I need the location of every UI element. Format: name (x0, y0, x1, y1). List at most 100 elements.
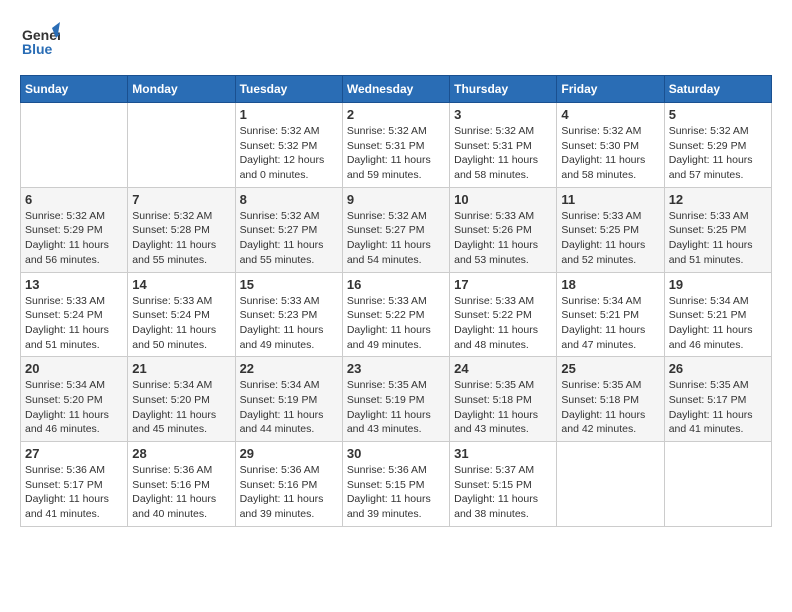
calendar-cell: 23 Sunrise: 5:35 AM Sunset: 5:19 PM Dayli… (342, 357, 449, 442)
calendar-cell: 12 Sunrise: 5:33 AM Sunset: 5:25 PM Dayli… (664, 187, 771, 272)
day-info: Sunrise: 5:33 AM Sunset: 5:23 PM Dayligh… (240, 294, 338, 353)
calendar-cell: 14Sunrise: 5:33 AM Sunset: 5:24 PM Dayli… (128, 272, 235, 357)
calendar-cell: 13Sunrise: 5:33 AM Sunset: 5:24 PM Dayli… (21, 272, 128, 357)
day-number: 23 (347, 361, 445, 376)
day-info: Sunrise: 5:35 AM Sunset: 5:17 PM Dayligh… (669, 378, 767, 437)
day-info: Sunrise: 5:33 AM Sunset: 5:22 PM Dayligh… (454, 294, 552, 353)
day-number: 26 (669, 361, 767, 376)
calendar-cell: 29 Sunrise: 5:36 AM Sunset: 5:16 PM Dayli… (235, 442, 342, 527)
day-number: 30 (347, 446, 445, 461)
day-number: 19 (669, 277, 767, 292)
day-number: 24 (454, 361, 552, 376)
calendar-cell: 21Sunrise: 5:34 AM Sunset: 5:20 PM Dayli… (128, 357, 235, 442)
calendar-cell: 8 Sunrise: 5:32 AM Sunset: 5:27 PM Daylig… (235, 187, 342, 272)
day-number: 31 (454, 446, 552, 461)
day-number: 2 (347, 107, 445, 122)
day-header-wednesday: Wednesday (342, 76, 449, 103)
calendar-cell: 20Sunrise: 5:34 AM Sunset: 5:20 PM Dayli… (21, 357, 128, 442)
day-info: Sunrise: 5:36 AM Sunset: 5:16 PM Dayligh… (132, 463, 230, 522)
day-number: 5 (669, 107, 767, 122)
day-number: 13 (25, 277, 123, 292)
day-number: 11 (561, 192, 659, 207)
calendar-cell: 7 Sunrise: 5:32 AM Sunset: 5:28 PM Daylig… (128, 187, 235, 272)
calendar-cell: 15 Sunrise: 5:33 AM Sunset: 5:23 PM Dayli… (235, 272, 342, 357)
calendar-cell: 22 Sunrise: 5:34 AM Sunset: 5:19 PM Dayli… (235, 357, 342, 442)
day-number: 22 (240, 361, 338, 376)
day-info: Sunrise: 5:36 AM Sunset: 5:15 PM Dayligh… (347, 463, 445, 522)
day-number: 25 (561, 361, 659, 376)
calendar-cell (557, 442, 664, 527)
day-info: Sunrise: 5:36 AM Sunset: 5:17 PM Dayligh… (25, 463, 123, 522)
day-number: 15 (240, 277, 338, 292)
day-info: Sunrise: 5:32 AM Sunset: 5:27 PM Dayligh… (347, 209, 445, 268)
day-header-tuesday: Tuesday (235, 76, 342, 103)
day-info: Sunrise: 5:34 AM Sunset: 5:21 PM Dayligh… (669, 294, 767, 353)
day-number: 18 (561, 277, 659, 292)
day-header-sunday: Sunday (21, 76, 128, 103)
calendar-cell: 30 Sunrise: 5:36 AM Sunset: 5:15 PM Dayli… (342, 442, 449, 527)
day-header-thursday: Thursday (450, 76, 557, 103)
calendar-cell: 28 Sunrise: 5:36 AM Sunset: 5:16 PM Dayli… (128, 442, 235, 527)
day-info: Sunrise: 5:34 AM Sunset: 5:21 PM Dayligh… (561, 294, 659, 353)
day-number: 20 (25, 361, 123, 376)
day-info: Sunrise: 5:35 AM Sunset: 5:18 PM Dayligh… (454, 378, 552, 437)
svg-text:Blue: Blue (22, 41, 53, 57)
day-info: Sunrise: 5:32 AM Sunset: 5:28 PM Dayligh… (132, 209, 230, 268)
day-info: Sunrise: 5:34 AM Sunset: 5:19 PM Dayligh… (240, 378, 338, 437)
day-info: Sunrise: 5:36 AM Sunset: 5:16 PM Dayligh… (240, 463, 338, 522)
day-number: 27 (25, 446, 123, 461)
calendar-cell: 6 Sunrise: 5:32 AM Sunset: 5:29 PM Daylig… (21, 187, 128, 272)
day-number: 8 (240, 192, 338, 207)
day-info: Sunrise: 5:34 AM Sunset: 5:20 PM Dayligh… (132, 378, 230, 437)
day-number: 17 (454, 277, 552, 292)
calendar-cell: 3 Sunrise: 5:32 AM Sunset: 5:31 PM Daylig… (450, 103, 557, 188)
calendar-body: 1 Sunrise: 5:32 AM Sunset: 5:32 PM Daylig… (21, 103, 772, 527)
calendar-cell (664, 442, 771, 527)
day-number: 10 (454, 192, 552, 207)
day-number: 4 (561, 107, 659, 122)
calendar-cell: 10 Sunrise: 5:33 AM Sunset: 5:26 PM Dayli… (450, 187, 557, 272)
week-row-2: 6 Sunrise: 5:32 AM Sunset: 5:29 PM Daylig… (21, 187, 772, 272)
day-number: 16 (347, 277, 445, 292)
week-row-5: 27 Sunrise: 5:36 AM Sunset: 5:17 PM Dayli… (21, 442, 772, 527)
day-number: 3 (454, 107, 552, 122)
calendar-cell: 25 Sunrise: 5:35 AM Sunset: 5:18 PM Dayli… (557, 357, 664, 442)
logo-icon: General Blue (20, 20, 60, 60)
day-info: Sunrise: 5:37 AM Sunset: 5:15 PM Dayligh… (454, 463, 552, 522)
calendar-cell (128, 103, 235, 188)
calendar-cell: 16Sunrise: 5:33 AM Sunset: 5:22 PM Dayli… (342, 272, 449, 357)
day-info: Sunrise: 5:35 AM Sunset: 5:18 PM Dayligh… (561, 378, 659, 437)
day-number: 29 (240, 446, 338, 461)
calendar-cell: 5 Sunrise: 5:32 AM Sunset: 5:29 PM Daylig… (664, 103, 771, 188)
day-info: Sunrise: 5:33 AM Sunset: 5:25 PM Dayligh… (669, 209, 767, 268)
calendar-cell: 19 Sunrise: 5:34 AM Sunset: 5:21 PM Dayli… (664, 272, 771, 357)
day-info: Sunrise: 5:32 AM Sunset: 5:29 PM Dayligh… (669, 124, 767, 183)
day-info: Sunrise: 5:32 AM Sunset: 5:30 PM Dayligh… (561, 124, 659, 183)
calendar-cell: 27 Sunrise: 5:36 AM Sunset: 5:17 PM Dayli… (21, 442, 128, 527)
calendar-cell: 4 Sunrise: 5:32 AM Sunset: 5:30 PM Daylig… (557, 103, 664, 188)
day-info: Sunrise: 5:33 AM Sunset: 5:26 PM Dayligh… (454, 209, 552, 268)
logo: General Blue (20, 20, 60, 65)
day-info: Sunrise: 5:32 AM Sunset: 5:29 PM Dayligh… (25, 209, 123, 268)
day-info: Sunrise: 5:33 AM Sunset: 5:25 PM Dayligh… (561, 209, 659, 268)
calendar-cell: 11 Sunrise: 5:33 AM Sunset: 5:25 PM Dayli… (557, 187, 664, 272)
day-number: 6 (25, 192, 123, 207)
day-header-friday: Friday (557, 76, 664, 103)
day-info: Sunrise: 5:32 AM Sunset: 5:32 PM Dayligh… (240, 124, 338, 183)
day-info: Sunrise: 5:32 AM Sunset: 5:27 PM Dayligh… (240, 209, 338, 268)
day-info: Sunrise: 5:33 AM Sunset: 5:24 PM Dayligh… (132, 294, 230, 353)
day-number: 12 (669, 192, 767, 207)
day-number: 28 (132, 446, 230, 461)
day-number: 1 (240, 107, 338, 122)
day-number: 9 (347, 192, 445, 207)
calendar-table: SundayMondayTuesdayWednesdayThursdayFrid… (20, 75, 772, 527)
day-info: Sunrise: 5:35 AM Sunset: 5:19 PM Dayligh… (347, 378, 445, 437)
day-header-monday: Monday (128, 76, 235, 103)
day-info: Sunrise: 5:32 AM Sunset: 5:31 PM Dayligh… (454, 124, 552, 183)
week-row-4: 20 Sunrise: 5:34 AM Sunset: 5:20 PM Dayli… (21, 357, 772, 442)
day-number: 7 (132, 192, 230, 207)
calendar-cell: 18 Sunrise: 5:34 AM Sunset: 5:21 PM Dayli… (557, 272, 664, 357)
days-header-row: SundayMondayTuesdayWednesdayThursdayFrid… (21, 76, 772, 103)
calendar-cell: 26 Sunrise: 5:35 AM Sunset: 5:17 PM Dayli… (664, 357, 771, 442)
week-row-3: 13 Sunrise: 5:33 AM Sunset: 5:24 PM Dayli… (21, 272, 772, 357)
